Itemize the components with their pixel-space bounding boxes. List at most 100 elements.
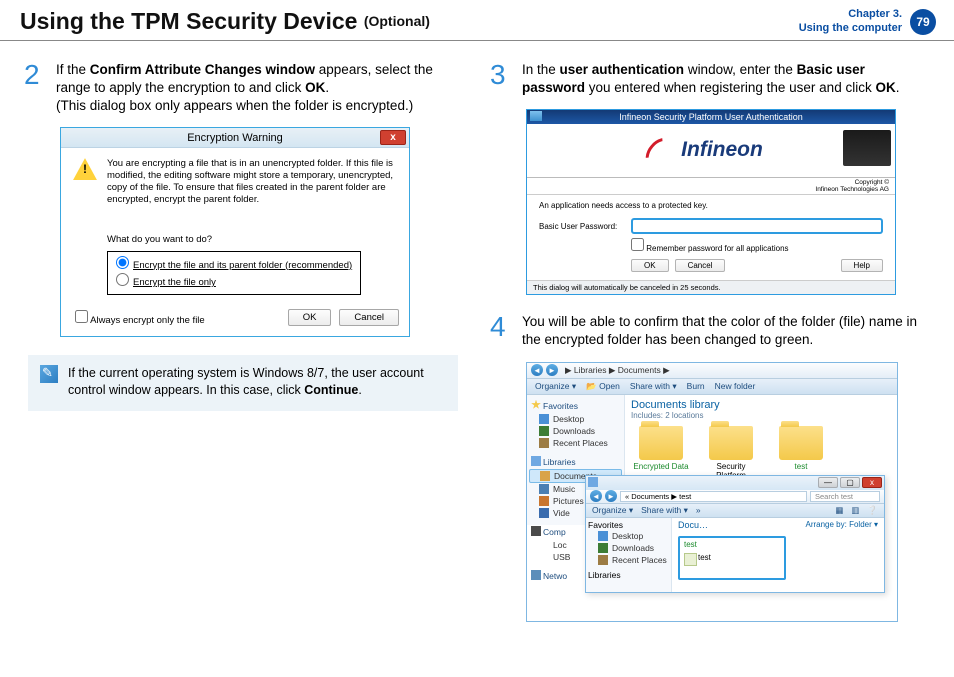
recent-icon [598, 555, 608, 565]
group-name: test [684, 540, 780, 549]
videos-icon [539, 508, 549, 518]
sidebar-downloads[interactable]: Downloads [529, 425, 622, 437]
inner-main: Docu… Arrange by: Folder ▾ test test [672, 518, 884, 592]
organize-menu[interactable]: Organize ▾ [535, 381, 576, 392]
help-icon[interactable]: ❔ [867, 505, 878, 516]
sidebar-recent[interactable]: Recent Places [529, 437, 622, 449]
back-button[interactable]: ◄ [590, 490, 602, 502]
remember-cb[interactable] [631, 238, 644, 251]
step-2: 2 If the Confirm Attribute Changes windo… [24, 61, 464, 116]
download-icon [539, 426, 549, 436]
file-selection-box[interactable]: test test [678, 536, 786, 580]
step-number: 2 [24, 61, 46, 116]
note-box: If the current operating system is Windo… [28, 355, 458, 411]
folder-test[interactable]: test [771, 426, 831, 480]
auth-ok-button[interactable]: OK [631, 259, 669, 272]
radio1[interactable] [116, 256, 129, 269]
password-label: Basic User Password: [539, 222, 623, 231]
back-button[interactable]: ◄ [531, 364, 543, 376]
auth-help-button[interactable]: Help [841, 259, 883, 272]
header-right: Chapter 3. Using the computer 79 [799, 8, 936, 36]
sidebar-favorites[interactable]: Favorites [529, 399, 622, 413]
more-menu[interactable]: » [696, 505, 701, 515]
open-button[interactable]: 📂 Open [586, 381, 620, 392]
dialog-title: Encryption Warning [187, 132, 283, 144]
dialog-titlebar[interactable]: Encryption Warning x [61, 128, 409, 148]
close-button[interactable]: x [380, 130, 406, 145]
always-checkbox[interactable] [75, 310, 88, 323]
inner-address-bar[interactable]: ◄ ► « Documents ▶ test Search test [586, 490, 884, 504]
password-input[interactable] [631, 218, 883, 234]
page-header: Using the TPM Security Device (Optional)… [0, 0, 954, 41]
music-icon [539, 484, 549, 494]
sidebar-libraries[interactable]: Libraries [529, 455, 622, 469]
auth-titlebar[interactable]: Infineon Security Platform User Authenti… [527, 110, 895, 124]
star-icon [531, 400, 541, 410]
radio-option-1[interactable]: Encrypt the file and its parent folder (… [116, 256, 352, 273]
sidebar-libraries[interactable]: Libraries [588, 570, 669, 580]
radio-option-2[interactable]: Encrypt the file only [116, 273, 352, 290]
page-number-badge: 79 [910, 9, 936, 35]
remember-checkbox[interactable]: Remember password for all applications [631, 244, 789, 253]
always-encrypt-checkbox[interactable]: Always encrypt only the file [75, 310, 205, 326]
sidebar-desktop[interactable]: Desktop [529, 413, 622, 425]
minimize-button[interactable]: — [818, 477, 838, 488]
inner-sidebar: Favorites Desktop Downloads Recent Place… [586, 518, 672, 592]
download-icon [598, 543, 608, 553]
logo-area: Infineon [527, 124, 895, 178]
address-field[interactable]: « Documents ▶ test [620, 491, 807, 502]
sidebar-favorites[interactable]: Favorites [588, 520, 669, 530]
inner-titlebar[interactable]: — ▢ x [586, 476, 884, 490]
auth-cancel-button[interactable]: Cancel [675, 259, 726, 272]
ok-button[interactable]: OK [288, 309, 332, 326]
page-title: Using the TPM Security Device (Optional) [20, 8, 430, 35]
new-folder-button[interactable]: New folder [715, 381, 756, 391]
address-bar[interactable]: ◄ ► ▶ Libraries ▶ Documents ▶ [527, 363, 897, 379]
library-subtitle[interactable]: Includes: 2 locations [631, 411, 891, 420]
folder-encrypted[interactable]: Encrypted Data [631, 426, 691, 480]
forward-button[interactable]: ► [546, 364, 558, 376]
title-optional: (Optional) [364, 13, 430, 29]
folder-icon [639, 426, 683, 460]
sidebar-recent[interactable]: Recent Places [588, 554, 669, 566]
right-column: 3 In the user authentication window, ent… [490, 61, 930, 622]
file-item[interactable]: test [684, 553, 780, 562]
folder-label: Encrypted Data [631, 462, 691, 471]
burn-button[interactable]: Burn [687, 381, 705, 391]
library-title: Documents library [631, 399, 891, 411]
preview-icon[interactable]: ▥ [851, 505, 859, 516]
auth-message: An application needs access to a protect… [539, 201, 883, 210]
sidebar-desktop[interactable]: Desktop [588, 530, 669, 542]
chapter-block: Chapter 3. Using the computer [799, 8, 902, 36]
arrange-by[interactable]: Arrange by: Folder ▾ [805, 520, 878, 529]
explorer-window: ◄ ► ▶ Libraries ▶ Documents ▶ Organize ▾… [526, 362, 898, 622]
library-icon [531, 456, 541, 466]
infineon-logo: Infineon [659, 138, 763, 162]
radio2[interactable] [116, 273, 129, 286]
step-text: In the user authentication window, enter… [522, 61, 930, 97]
view-icon[interactable]: ▦ [835, 505, 843, 516]
maximize-button[interactable]: ▢ [840, 477, 860, 488]
cancel-button[interactable]: Cancel [339, 309, 399, 326]
folder-icon [779, 426, 823, 460]
chip-image [843, 130, 891, 166]
computer-icon [531, 526, 541, 536]
forward-button[interactable]: ► [605, 490, 617, 502]
note-text: If the current operating system is Windo… [68, 365, 444, 399]
folder-security[interactable]: Security Platform [701, 426, 761, 480]
library-icon [588, 477, 598, 487]
copyright: Copyright © Infineon Technologies AG [527, 178, 895, 195]
encryption-warning-dialog: Encryption Warning x You are encrypting … [60, 127, 410, 337]
window-icon [530, 111, 542, 121]
radio-group: Encrypt the file and its parent folder (… [107, 251, 361, 296]
auth-title: Infineon Security Platform User Authenti… [619, 112, 803, 122]
organize-menu[interactable]: Organize ▾ [592, 505, 633, 516]
share-menu[interactable]: Share with ▾ [641, 505, 688, 516]
share-menu[interactable]: Share with ▾ [630, 381, 677, 392]
breadcrumb[interactable]: ▶ Libraries ▶ Documents ▶ [565, 365, 670, 376]
sidebar-downloads[interactable]: Downloads [588, 542, 669, 554]
search-field[interactable]: Search test [810, 491, 880, 502]
network-icon [531, 570, 541, 580]
close-button[interactable]: x [862, 477, 882, 488]
dialog-message: You are encrypting a file that is in an … [107, 158, 397, 206]
